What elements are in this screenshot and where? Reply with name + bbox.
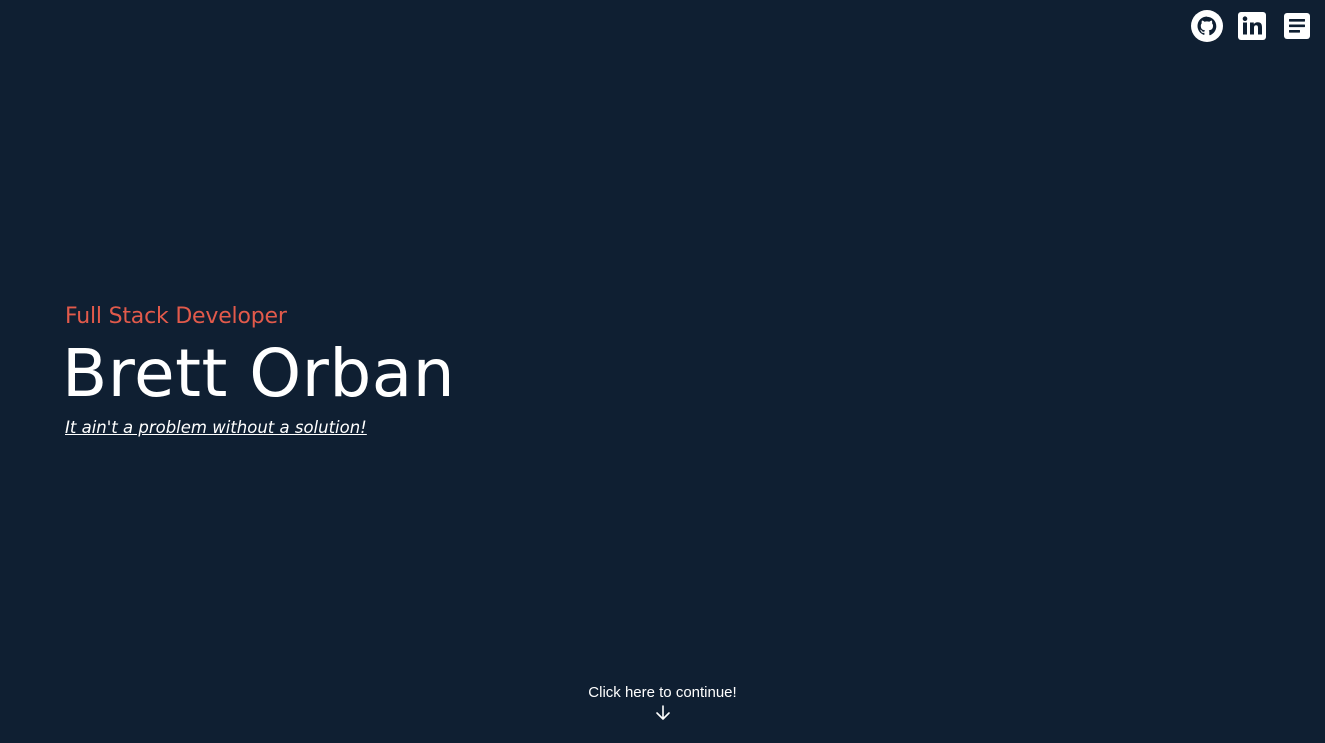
hero-section: Full Stack Developer Brett Orban It ain'… (62, 300, 456, 437)
arrow-down-icon (655, 705, 670, 720)
tagline-link[interactable]: It ain't a problem without a solution! (65, 418, 367, 437)
page-title: Brett Orban (62, 335, 456, 412)
continue-button[interactable]: Click here to continue! (0, 684, 1325, 722)
social-links (1191, 10, 1313, 42)
linkedin-icon (1238, 12, 1266, 40)
resume-icon (1284, 13, 1310, 39)
resume-link[interactable] (1281, 10, 1313, 42)
linkedin-link[interactable] (1236, 10, 1268, 42)
github-link[interactable] (1191, 10, 1223, 42)
job-title: Full Stack Developer (65, 304, 287, 329)
github-icon (1191, 10, 1223, 42)
continue-label: Click here to continue! (588, 684, 737, 701)
